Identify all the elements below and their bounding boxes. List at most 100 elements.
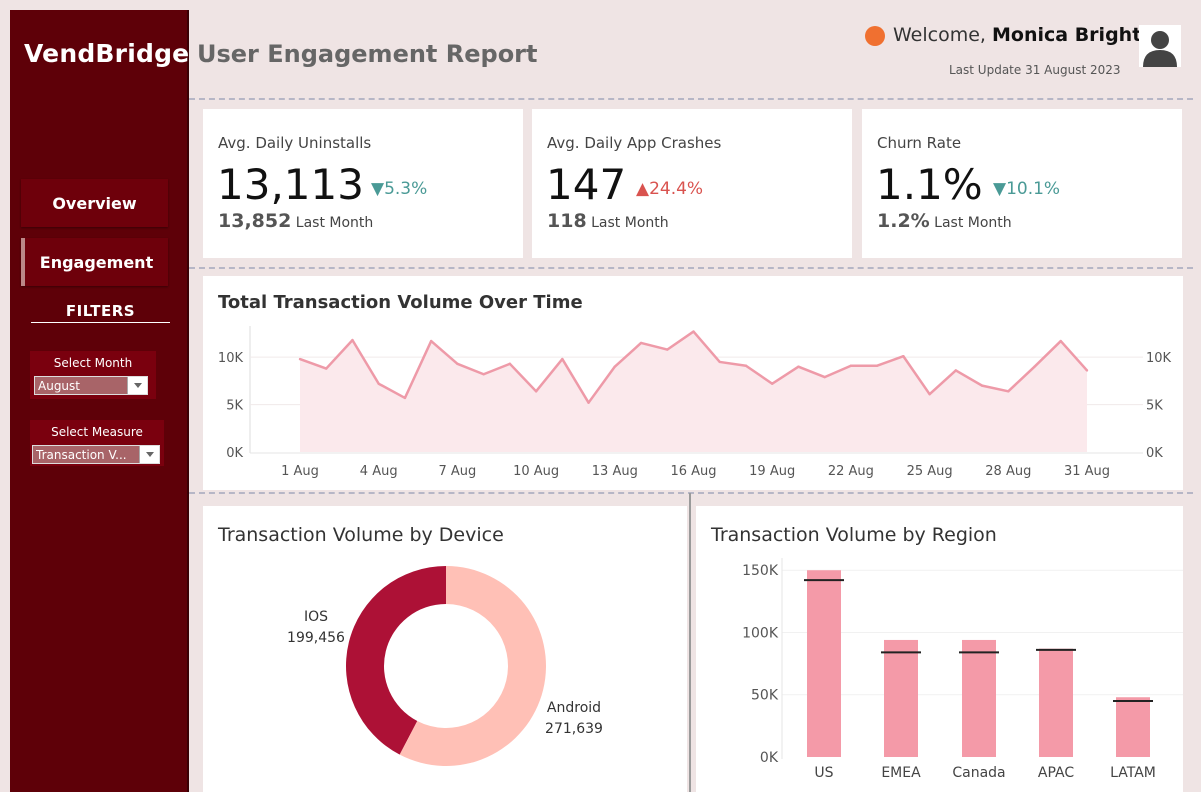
y-tick-label: 100K	[742, 625, 779, 641]
y-tick-label: 0K	[760, 750, 779, 766]
bar-canada	[962, 639, 996, 757]
avatar[interactable]	[1139, 25, 1181, 67]
x-tick-label: 13 Aug	[592, 464, 638, 479]
data-point	[325, 367, 328, 370]
x-tick-label: 16 Aug	[670, 464, 716, 479]
kpi-value: 1.1%	[876, 160, 983, 209]
kpi-value: 13,113	[217, 160, 364, 209]
chevron-down-icon[interactable]	[127, 377, 147, 394]
brand-logo: VendBridge	[24, 39, 190, 68]
welcome-prefix: Welcome,	[893, 24, 986, 46]
x-tick-label: LATAM	[1110, 765, 1156, 781]
kpi-delta: ▼10.1%	[993, 179, 1061, 199]
welcome-text: Welcome, Monica Bright	[893, 24, 1141, 46]
kpi-card-uninstalls: Avg. Daily Uninstalls 13,113 ▼5.3% 13,85…	[203, 109, 523, 258]
kpi-card-churn: Churn Rate 1.1% ▼10.1% 1.2% Last Month	[862, 109, 1182, 258]
x-tick-label: Canada	[952, 765, 1005, 781]
x-tick-label: US	[814, 765, 833, 781]
y-tick-label-right: 5K	[1146, 399, 1163, 414]
kpi-label: Avg. Daily Uninstalls	[218, 134, 372, 152]
data-point	[429, 339, 433, 343]
transaction-volume-by-region-card: Transaction Volume by Region 150K 100K 50K…	[696, 506, 1183, 792]
slice-value-label: 199,456	[287, 630, 345, 646]
slice-value-label: 271,639	[545, 721, 603, 737]
divider	[189, 267, 1193, 269]
kpi-last-label: Last Month	[295, 215, 374, 231]
x-tick-label: APAC	[1038, 765, 1074, 781]
x-tick-label: 7 Aug	[439, 464, 477, 479]
slice-label: Android	[547, 700, 601, 716]
divider	[689, 493, 691, 792]
x-tick-label: 31 Aug	[1064, 464, 1110, 479]
x-tick-label: EMEA	[881, 765, 921, 781]
bar-latam	[1116, 697, 1150, 757]
kpi-delta: ▼5.3%	[371, 179, 428, 199]
kpi-last-value: 1.2%	[877, 210, 930, 232]
y-tick-label: 150K	[742, 563, 779, 579]
x-tick-label: 4 Aug	[360, 464, 398, 479]
x-tick-label: 28 Aug	[985, 464, 1031, 479]
data-point	[823, 375, 826, 379]
user-icon	[1143, 31, 1177, 67]
bar-emea	[884, 639, 918, 757]
data-point	[692, 330, 695, 333]
data-point	[508, 362, 512, 366]
data-point	[875, 364, 879, 367]
data-point	[980, 384, 984, 387]
bar-chart: 150K 100K 50K 0K US EMEA Canada APAC LATAM	[742, 558, 1183, 781]
kpi-value: 147	[546, 160, 627, 209]
data-point	[639, 341, 643, 345]
data-point	[534, 390, 538, 393]
transaction-volume-by-device-card: Transaction Volume by Device IOS 199,456 A…	[203, 506, 687, 792]
kpi-last-label: Last Month	[591, 215, 669, 231]
nav-overview-button[interactable]: Overview	[21, 179, 168, 227]
kpi-last-value: 118	[547, 210, 587, 232]
x-tick-label: 19 Aug	[749, 464, 795, 479]
measure-filter-label: Select Measure	[51, 425, 143, 439]
data-point	[954, 369, 958, 372]
page-title: User Engagement Report	[197, 40, 538, 68]
chevron-down-icon[interactable]	[139, 446, 159, 463]
kpi-last-value: 13,852	[218, 210, 292, 232]
bar-us	[807, 570, 841, 757]
bar-apac	[1039, 648, 1073, 757]
status-dot	[865, 26, 885, 46]
measure-select[interactable]: Transaction V...	[32, 445, 160, 464]
nav-engagement-button[interactable]: Engagement	[21, 238, 168, 286]
y-tick-label: 0K	[226, 446, 243, 461]
kpi-last-label: Last Month	[934, 215, 1012, 231]
slice-label: IOS	[304, 609, 328, 625]
y-tick-label: 10K	[218, 351, 244, 366]
data-point	[482, 373, 485, 376]
month-filter-label: Select Month	[53, 356, 133, 370]
data-point	[902, 355, 905, 358]
data-point	[849, 364, 853, 367]
data-point	[1059, 339, 1062, 343]
x-tick-label: 25 Aug	[907, 464, 953, 479]
data-point	[771, 382, 774, 385]
donut-chart: IOS 199,456 Android 271,639	[287, 566, 603, 766]
data-point	[403, 396, 407, 400]
kpi-card-crashes: Avg. Daily App Crashes 147 ▲24.4% 118 La…	[532, 109, 852, 258]
data-point	[1033, 365, 1036, 368]
data-point	[1085, 369, 1089, 372]
kpi-last-month: 1.2% Last Month	[877, 210, 1012, 232]
y-tick-label-right: 0K	[1146, 446, 1163, 461]
line-chart: 10K 10K 5K 5K 0K 0K 1 Aug 4 Aug 7 Aug 10 Aug 13 Au…	[218, 326, 1172, 479]
y-tick-label: 50K	[751, 688, 779, 704]
user-name: Monica Bright	[992, 24, 1142, 46]
kpi-delta: ▲24.4%	[636, 179, 704, 199]
data-point	[456, 362, 459, 366]
data-point	[744, 364, 748, 367]
data-point	[797, 365, 800, 368]
filters-title: FILTERS	[31, 302, 170, 323]
kpi-last-month: 118 Last Month	[547, 210, 669, 232]
data-point	[351, 338, 354, 342]
x-tick-label: 22 Aug	[828, 464, 874, 479]
measure-select-value: Transaction V...	[36, 447, 127, 462]
y-tick-label-right: 10K	[1146, 351, 1172, 366]
month-select[interactable]: August	[34, 376, 148, 395]
kpi-label: Avg. Daily App Crashes	[547, 134, 722, 152]
data-point	[587, 401, 590, 404]
y-tick-label: 5K	[226, 399, 243, 414]
